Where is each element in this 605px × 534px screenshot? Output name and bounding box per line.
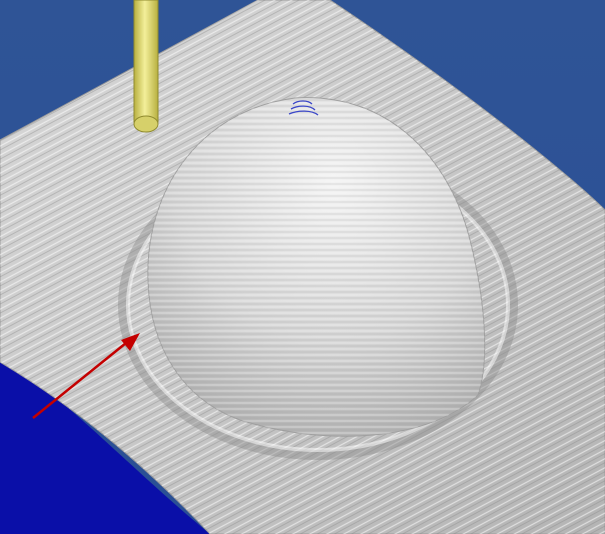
simulation-canvas[interactable]: [0, 0, 605, 534]
cutting-tool: [133, 0, 159, 133]
simulation-viewport[interactable]: [0, 0, 605, 534]
